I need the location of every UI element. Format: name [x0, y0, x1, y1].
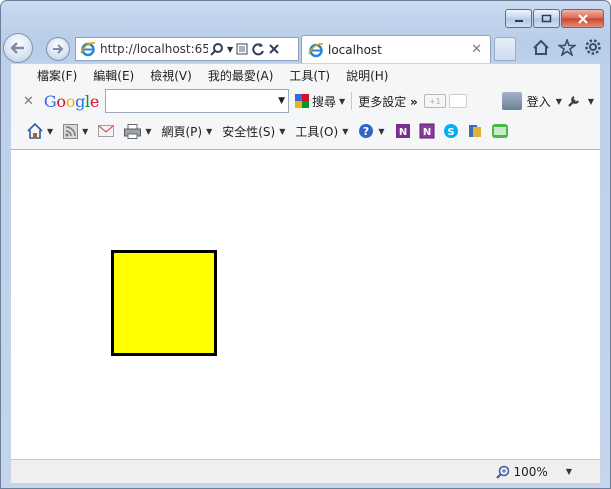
wrench-icon[interactable]: [567, 94, 583, 108]
yellow-square: [111, 250, 217, 356]
avatar: [501, 92, 522, 110]
close-button[interactable]: [561, 9, 604, 28]
address-tools: ▼: [210, 42, 280, 56]
tools-dropdown-icon: ▼: [342, 126, 349, 136]
skype-icon[interactable]: S: [443, 123, 459, 139]
toolbars: 檔案(F) 編輯(E) 檢視(V) 我的最愛(A) 工具(T) 說明(H) ✕ …: [11, 63, 600, 149]
svg-text:S: S: [447, 127, 454, 138]
help-icon: ?: [359, 124, 374, 138]
menu-bar: 檔案(F) 編輯(E) 檢視(V) 我的最愛(A) 工具(T) 說明(H): [11, 64, 600, 86]
page-menu[interactable]: 網頁(P) ▼: [161, 123, 212, 140]
svg-text:N: N: [398, 127, 406, 138]
google-search-input[interactable]: ▼: [105, 89, 290, 113]
print-dropdown-icon[interactable]: ▼: [145, 127, 151, 136]
favorites-star-icon[interactable]: [558, 38, 576, 56]
page-content: [11, 149, 600, 459]
menu-help[interactable]: 說明(H): [338, 67, 396, 84]
rss-feed-icon: [63, 123, 79, 139]
page-menu-label: 網頁(P): [161, 124, 203, 139]
ie-tab-icon: [308, 42, 324, 57]
search-icon[interactable]: [210, 42, 224, 56]
more-settings-button[interactable]: 更多設定 »: [358, 93, 418, 110]
tab-localhost[interactable]: localhost ✕: [301, 35, 491, 63]
refresh-icon[interactable]: [251, 42, 265, 56]
forward-arrow-icon: [53, 44, 64, 54]
stop-icon[interactable]: [268, 43, 280, 55]
ie-page-icon: [80, 42, 96, 57]
home-dropdown-icon[interactable]: ▼: [47, 127, 53, 136]
page-dropdown-icon: ▼: [206, 126, 213, 136]
forward-button[interactable]: [46, 37, 70, 61]
compatibility-icon[interactable]: [236, 42, 248, 56]
menu-edit[interactable]: 編輯(E): [85, 67, 142, 84]
onenote-send-icon[interactable]: N: [395, 123, 411, 139]
new-tab-button[interactable]: [494, 37, 516, 61]
mail-icon: [98, 125, 115, 137]
restore-icon: [541, 14, 552, 23]
research-icon[interactable]: [467, 123, 483, 139]
navigation-row: http://localhost:65 ▼ localhost ✕: [1, 33, 610, 63]
plus-one-button[interactable]: +1: [423, 94, 446, 108]
home-icon[interactable]: [532, 39, 550, 56]
wrench-dropdown-icon[interactable]: ▼: [588, 97, 594, 106]
plus-one-count: [448, 94, 467, 108]
toolbar-separator: [351, 92, 353, 110]
help-button[interactable]: ? ▼: [358, 123, 385, 139]
menu-view[interactable]: 檢視(V): [142, 67, 200, 84]
status-bar: 100% ▼: [11, 459, 600, 483]
feeds-dropdown-icon[interactable]: ▼: [82, 127, 88, 136]
svg-text:?: ?: [363, 125, 369, 138]
hao123-icon[interactable]: [491, 123, 509, 139]
tab-close-icon[interactable]: ✕: [471, 42, 482, 57]
toolbar-close-icon[interactable]: ✕: [23, 94, 34, 109]
onenote-icon[interactable]: N: [419, 123, 435, 139]
google-search-label: 搜尋: [312, 94, 337, 109]
zoom-level[interactable]: 100%: [514, 465, 548, 479]
address-bar[interactable]: http://localhost:65 ▼: [75, 37, 299, 61]
safety-menu-label: 安全性(S): [222, 124, 276, 139]
command-bar: ▼ ▼ ▼ 網頁(P) ▼ 安全性(S) ▼ 工具(O) ▼ ? ▼ N N S: [11, 116, 600, 146]
google-search-button[interactable]: 搜尋 ▼: [295, 93, 345, 110]
address-url: http://localhost:65: [100, 42, 208, 56]
search-dropdown-icon[interactable]: ▼: [278, 96, 285, 106]
back-button[interactable]: [3, 33, 33, 63]
feeds-button[interactable]: ▼: [63, 123, 88, 139]
google-login[interactable]: 登入 ▼ ▼: [501, 92, 594, 110]
menu-file[interactable]: 檔案(F): [29, 67, 85, 84]
safety-dropdown-icon: ▼: [279, 126, 286, 136]
tools-menu[interactable]: 工具(O) ▼: [295, 123, 348, 140]
browser-right-icons: [532, 38, 602, 56]
menu-favorites[interactable]: 我的最愛(A): [200, 67, 282, 84]
google-logo: Google: [43, 91, 100, 111]
login-label: 登入: [526, 94, 551, 109]
login-dropdown-icon[interactable]: ▼: [556, 97, 562, 106]
close-icon: [577, 13, 588, 24]
zoom-icon[interactable]: [495, 465, 510, 479]
search-options-dropdown-icon[interactable]: ▼: [339, 97, 345, 106]
minimize-button[interactable]: [505, 9, 532, 28]
google-toolbar: ✕ Google ▼ 搜尋 ▼ 更多設定 » +1 登入 ▼ ▼: [11, 86, 600, 116]
more-settings-label: 更多設定: [358, 94, 407, 109]
printer-icon: [124, 123, 142, 139]
google-g-icon: [295, 94, 310, 108]
tools-menu-label: 工具(O): [295, 124, 339, 139]
back-arrow-icon: [10, 42, 24, 54]
safety-menu[interactable]: 安全性(S) ▼: [222, 123, 285, 140]
zoom-dropdown-icon[interactable]: ▼: [566, 467, 572, 476]
mail-button[interactable]: [98, 125, 115, 137]
window-caption-buttons: [505, 9, 604, 28]
chevron-double-right-icon: »: [410, 94, 418, 109]
browser-window: http://localhost:65 ▼ localhost ✕ 檔案(F) …: [0, 0, 611, 489]
menu-tools[interactable]: 工具(T): [281, 67, 338, 84]
help-dropdown-icon: ▼: [378, 126, 385, 136]
settings-gear-icon[interactable]: [584, 38, 602, 56]
print-button[interactable]: ▼: [124, 123, 151, 139]
tab-title: localhost: [328, 42, 382, 57]
maximize-button[interactable]: [533, 9, 560, 28]
address-dropdown-icon[interactable]: ▼: [227, 45, 233, 54]
home-button[interactable]: ▼: [27, 123, 53, 139]
home-icon: [27, 123, 43, 139]
svg-text:N: N: [422, 127, 430, 138]
minimize-icon: [514, 19, 523, 22]
